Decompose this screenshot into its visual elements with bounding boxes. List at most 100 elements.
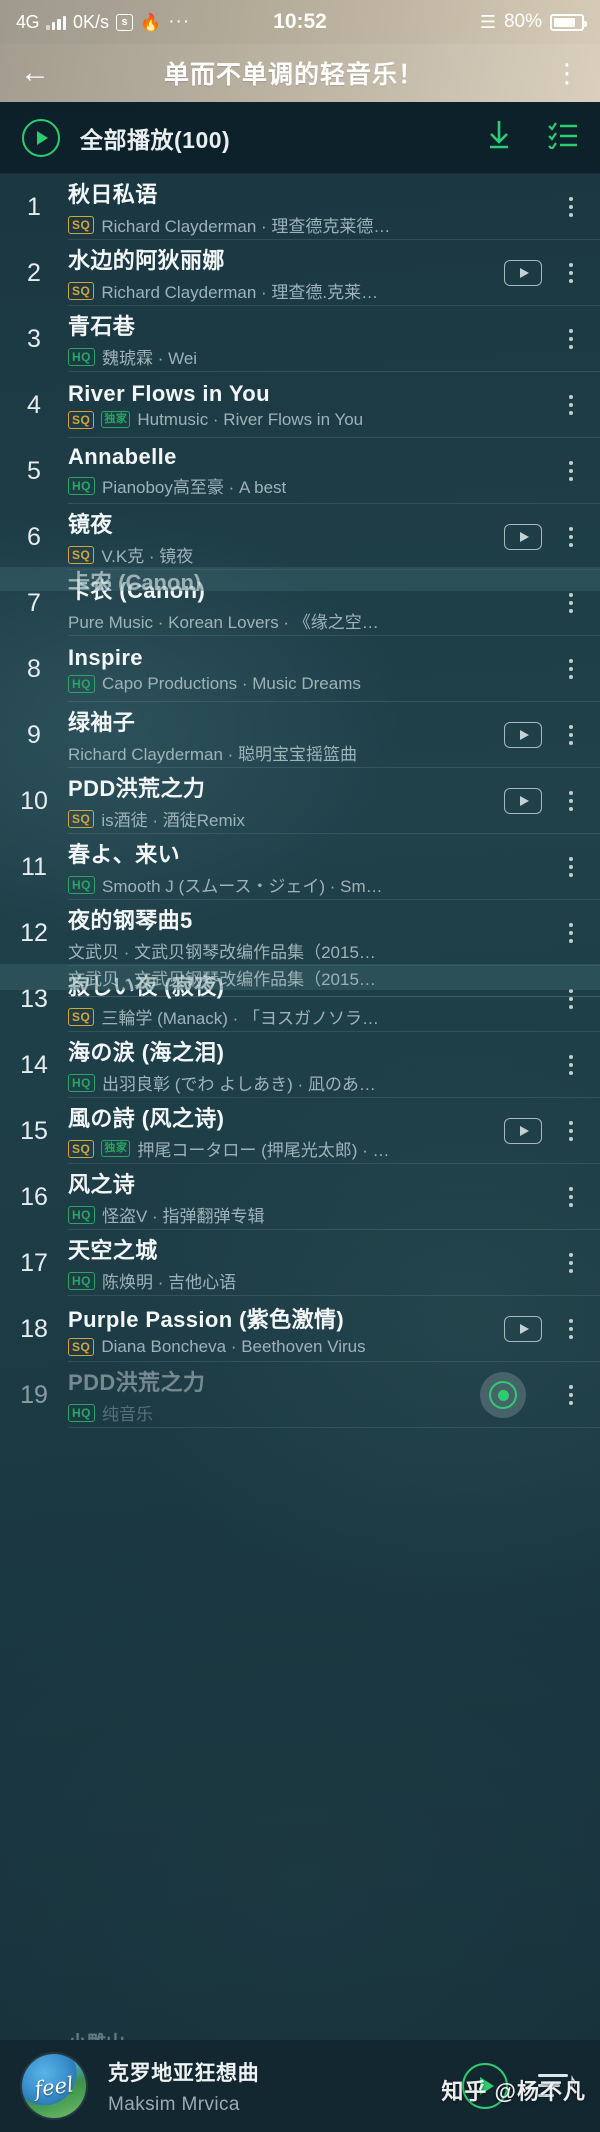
track-subtitle: HQ Pianoboy高至豪 · A best (68, 473, 556, 498)
track-title: Inspire (68, 644, 143, 670)
track-overflow-button[interactable] (564, 791, 578, 811)
track-overflow-button[interactable] (564, 527, 578, 547)
track-overflow-button[interactable] (564, 329, 578, 349)
track-title: 青石巷 (68, 314, 136, 339)
track-row[interactable]: 3 青石巷 HQ 魏琥霖 · Wei (0, 306, 600, 372)
mini-player-meta: 克罗地亚狂想曲 Maksim Mrvica (108, 2057, 462, 2116)
track-meta: River Flows in You SQ 独家 Hutmusic · River F… (68, 381, 564, 430)
downloading-indicator-icon[interactable] (480, 1372, 526, 1418)
track-subtitle: SQ 独家 押尾コータロー (押尾光太郎) · … (68, 1136, 496, 1161)
album-art[interactable] (22, 2054, 86, 2118)
status-bar: 4G 0K/s s 🔥 ··· 10:52 ☰ 80% (0, 0, 600, 44)
track-overflow-button[interactable] (564, 1253, 578, 1273)
track-title: 夜的钢琴曲5 (68, 908, 193, 933)
checklist-icon[interactable] (548, 121, 578, 154)
track-artist-album: Diana Boncheva · Beethoven Virus (101, 1336, 366, 1356)
play-all-bar[interactable]: 全部播放(100) (0, 102, 600, 174)
track-artist-album: Richard Clayderman · 理查德克莱德… (101, 217, 391, 236)
track-row[interactable]: 6 镜夜 SQ V.K克 · 镜夜 (0, 504, 600, 570)
track-row[interactable]: 18 Purple Passion (紫色激情) SQ Diana Boncheva … (0, 1296, 600, 1362)
track-row[interactable]: 5 Annabelle HQ Pianoboy高至豪 · A best (0, 438, 600, 504)
track-overflow-button[interactable] (564, 923, 578, 943)
track-overflow-button[interactable] (564, 1187, 578, 1207)
track-overflow-button[interactable] (564, 1319, 578, 1339)
mv-play-icon[interactable] (504, 524, 542, 550)
track-row[interactable]: 1 秋日私语 SQ Richard Clayderman · 理查德克莱德… (0, 174, 600, 240)
track-row[interactable]: 7 卡农 (Canon) Pure Music · Korean Lovers · … (0, 570, 600, 636)
track-subtitle: SQ Diana Boncheva · Beethoven Virus (68, 1337, 496, 1357)
track-number: 11 (21, 852, 47, 881)
track-title: 風の詩 (风之诗) (68, 1106, 225, 1131)
track-row[interactable]: 19 PDD洪荒之力 HQ 纯音乐 (0, 1362, 600, 1428)
track-overflow-button[interactable] (564, 593, 578, 613)
download-icon[interactable] (484, 119, 514, 156)
track-row[interactable]: 12 夜的钢琴曲5 文武贝 · 文武贝钢琴改编作品集（2015… (0, 900, 600, 966)
track-row[interactable]: 10 PDD洪荒之力 SQ is酒徒 · 酒徒Remix (0, 768, 600, 834)
track-number: 16 (20, 1182, 48, 1211)
track-number: 9 (27, 720, 41, 749)
mv-play-icon[interactable] (504, 260, 542, 286)
track-title: 水边的阿狄丽娜 (68, 248, 225, 273)
mv-play-icon[interactable] (504, 1316, 542, 1342)
track-subtitle: Richard Clayderman · 聪明宝宝摇篮曲 (68, 740, 496, 765)
track-overflow-button[interactable] (564, 197, 578, 217)
track-artist-album: 魏琥霖 · Wei (102, 349, 198, 368)
track-title: 绿袖子 (68, 710, 136, 735)
mini-player-bar[interactable]: 克罗地亚狂想曲 Maksim Mrvica ♪ (0, 2040, 600, 2132)
track-row[interactable]: 8 Inspire HQ Capo Productions · Music Dream… (0, 636, 600, 702)
play-circle-icon[interactable] (462, 2063, 508, 2109)
mv-play-icon[interactable] (504, 1118, 542, 1144)
track-artist-album: 纯音乐 (102, 1405, 153, 1424)
track-row[interactable]: 11 春よ、来い HQ Smooth J (スムース・ジェイ) · Sm… (0, 834, 600, 900)
queue-icon[interactable]: ♪ (538, 2069, 578, 2103)
row-divider (68, 1427, 600, 1428)
track-overflow-button[interactable] (564, 461, 578, 481)
now-playing-title: 克罗地亚狂想曲 (108, 2061, 260, 2085)
quality-badge-hq: HQ (68, 1205, 95, 1224)
track-artist-album: Richard Clayderman · 理查德.克莱… (101, 283, 379, 302)
clock-label: 10:52 (273, 10, 327, 33)
track-row[interactable]: 4 River Flows in You SQ 独家 Hutmusic · River … (0, 372, 600, 438)
quality-badge-sq: SQ (68, 410, 95, 429)
quality-badge-sq: SQ (68, 1007, 95, 1026)
track-overflow-button[interactable] (564, 395, 578, 415)
track-row[interactable]: 14 海の涙 (海之泪) HQ 出羽良彰 (でわ よしあき) · 凪のあ… (0, 1032, 600, 1098)
track-overflow-button[interactable] (564, 1385, 578, 1405)
track-number: 13 (20, 984, 48, 1013)
quality-badge-sq: SQ (68, 1139, 95, 1158)
track-number: 12 (20, 918, 48, 947)
track-subtitle: SQ 三輪学 (Manack) · 「ヨスガノソラ… (68, 1004, 556, 1029)
track-row[interactable]: 15 風の詩 (风之诗) SQ 独家 押尾コータロー (押尾光太郎) · … (0, 1098, 600, 1164)
track-overflow-button[interactable] (564, 1121, 578, 1141)
track-title: River Flows in You (68, 380, 270, 406)
quality-badge-hq: HQ (68, 1073, 95, 1092)
track-number: 5 (27, 456, 41, 485)
track-overflow-button[interactable] (564, 989, 578, 1009)
track-row[interactable]: 9 绿袖子 Richard Clayderman · 聪明宝宝摇篮曲 (0, 702, 600, 768)
track-row[interactable]: 17 天空之城 HQ 陈焕明 · 吉他心语 (0, 1230, 600, 1296)
track-overflow-button[interactable] (564, 725, 578, 745)
track-row[interactable]: 2 水边的阿狄丽娜 SQ Richard Clayderman · 理查德.克莱… (0, 240, 600, 306)
track-row[interactable]: 13 寂しい夜 (寂夜) SQ 三輪学 (Manack) · 「ヨスガノソラ… (0, 966, 600, 1032)
track-overflow-button[interactable] (564, 1055, 578, 1075)
quality-badge-hq: HQ (68, 476, 95, 495)
track-overflow-button[interactable] (564, 857, 578, 877)
track-subtitle: SQ V.K克 · 镜夜 (68, 542, 496, 567)
track-overflow-button[interactable] (564, 659, 578, 679)
mv-play-icon[interactable] (504, 788, 542, 814)
track-overflow-button[interactable] (564, 263, 578, 283)
play-circle-icon[interactable] (22, 118, 60, 157)
header-overflow-button[interactable]: ⋮ (540, 60, 580, 87)
track-artist-album: is酒徒 · 酒徒Remix (101, 811, 245, 830)
quality-badge-hq: HQ (68, 674, 95, 693)
quality-badge-hq: HQ (68, 1403, 95, 1422)
track-meta: 天空之城 HQ 陈焕明 · 吉他心语 (68, 1233, 564, 1293)
track-number: 19 (20, 1380, 48, 1409)
track-subtitle: HQ 魏琥霖 · Wei (68, 344, 556, 369)
track-artist-album: Richard Clayderman · 聪明宝宝摇篮曲 (68, 745, 358, 764)
track-number: 7 (27, 588, 41, 617)
track-meta: 镜夜 SQ V.K克 · 镜夜 (68, 507, 504, 567)
quality-badge-sq: SQ (68, 215, 95, 234)
mv-play-icon[interactable] (504, 722, 542, 748)
track-row[interactable]: 16 风之诗 HQ 怪盗V · 指弹翻弹专辑 (0, 1164, 600, 1230)
